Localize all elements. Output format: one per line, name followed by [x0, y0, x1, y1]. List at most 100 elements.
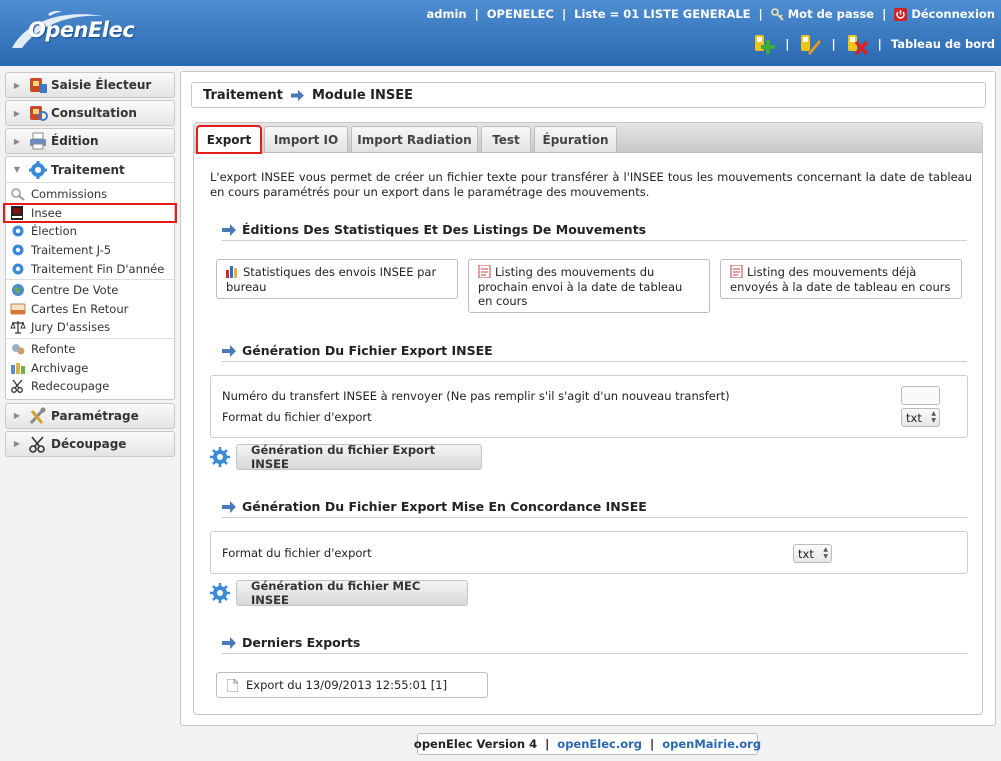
scales-icon: [10, 321, 26, 335]
collectivite-link[interactable]: OPENELEC: [487, 7, 554, 21]
sidebar-item-archivage[interactable]: Archivage: [6, 358, 174, 377]
breadcrumb-current: Module INSEE: [311, 87, 414, 103]
arrow-right-icon: [222, 500, 236, 513]
link-label: Listing des mouvements déjà envoyés à la…: [730, 265, 951, 294]
page-title: Traitement Module INSEE: [191, 82, 986, 108]
arrow-right-icon: [222, 344, 236, 357]
sidebar-item-label: Jury D'assises: [31, 320, 111, 335]
password-link[interactable]: Mot de passe: [788, 7, 874, 21]
breadcrumb-parent: Traitement: [203, 87, 283, 103]
dashboard-link[interactable]: Tableau de bord: [891, 37, 995, 51]
separator: |: [545, 737, 550, 751]
sidebar-item-refonte[interactable]: Refonte: [6, 340, 174, 359]
section-last-exports-title: Derniers Exports: [222, 632, 967, 654]
sidebar-item-label: Cartes En Retour: [31, 301, 129, 316]
app-logo-text[interactable]: OpenElec: [28, 18, 135, 42]
separator: |: [758, 7, 763, 21]
current-user: admin: [426, 7, 467, 21]
add-user-icon[interactable]: [752, 32, 776, 56]
sidebar: ▶ Saisie Électeur ▶ Consultation ▶ Éditi…: [3, 72, 177, 459]
sidebar-item-redecoupage[interactable]: Redecoupage: [6, 377, 174, 396]
export-generate-row: Génération du fichier Export INSEE: [210, 443, 482, 471]
tab-import-io[interactable]: Import IO: [264, 126, 348, 152]
pdf-icon: [478, 265, 491, 278]
globe-icon: [12, 284, 24, 297]
tab-label: Import IO: [273, 132, 339, 147]
last-export-link[interactable]: Export du 13/09/2013 12:55:01 [1]: [216, 672, 488, 698]
menu-parametrage[interactable]: ▶ Paramétrage: [5, 402, 175, 429]
openelec-org-link[interactable]: openElec.org: [557, 737, 642, 751]
export-format-select[interactable]: txt ▲ ▼: [901, 408, 940, 427]
chevron-right-icon: ▶: [13, 108, 21, 118]
sidebar-item-label: Insee: [31, 205, 62, 220]
menu-consultation[interactable]: ▶ Consultation: [5, 100, 175, 126]
card-icon: [10, 303, 26, 315]
elector-icon: [30, 78, 47, 93]
separator: |: [785, 37, 790, 51]
main-content: Traitement Module INSEE Export Import IO…: [180, 71, 996, 726]
mec-format-select[interactable]: txt ▲ ▼: [793, 544, 832, 563]
sidebar-item-traitement-fin-annee[interactable]: Traitement Fin D'année: [6, 259, 174, 278]
menu-traitement[interactable]: ▼ Traitement: [5, 156, 175, 182]
sidebar-item-traitement-j5[interactable]: Traitement J-5: [6, 241, 174, 260]
tab-import-radiation[interactable]: Import Radiation: [351, 126, 478, 152]
menu-label: Traitement: [51, 162, 125, 177]
tab-label: Export: [206, 133, 252, 147]
delete-user-icon[interactable]: [845, 32, 869, 56]
tab-test[interactable]: Test: [481, 126, 531, 152]
tab-label: Test: [492, 132, 520, 147]
openmairie-org-link[interactable]: openMairie.org: [662, 737, 761, 751]
archive-icon: [11, 362, 25, 374]
sidebar-item-commissions[interactable]: Commissions: [6, 185, 174, 204]
section-export-title: Génération Du Fichier Export INSEE: [222, 340, 967, 362]
chevron-right-icon: ▶: [13, 411, 21, 421]
traitement-submenu: Commissions Insee Élection Traitement J-…: [3, 182, 177, 400]
section-editions-title: Éditions Des Statistiques Et Des Listing…: [222, 219, 967, 241]
tab-epuration[interactable]: Épuration: [534, 126, 617, 152]
commission-icon: [11, 188, 25, 202]
liste-link[interactable]: Liste = 01 LISTE GENERALE: [574, 7, 750, 21]
footer: openElec Version 4 | openElec.org | open…: [413, 733, 761, 755]
export-form: Numéro du transfert INSEE à renvoyer (Ne…: [210, 375, 968, 438]
sidebar-item-centre-de-vote[interactable]: Centre De Vote: [6, 281, 174, 300]
arrow-right-icon: [290, 89, 304, 101]
sidebar-item-label: Redecoupage: [31, 379, 110, 394]
logout-link[interactable]: Déconnexion: [911, 7, 995, 21]
arrow-right-icon: [222, 636, 236, 649]
key-icon: [770, 7, 784, 21]
header-bar: OpenElec admin | OPENELEC | Liste = 01 L…: [0, 0, 1001, 66]
section-title-text: Génération Du Fichier Export Mise En Con…: [242, 499, 647, 514]
sidebar-item-cartes-en-retour[interactable]: Cartes En Retour: [6, 300, 174, 319]
gear-icon: [12, 263, 24, 275]
select-value: txt: [906, 410, 922, 425]
menu-label: Consultation: [51, 106, 137, 120]
transfer-number-input[interactable]: [901, 386, 940, 405]
menu-edition[interactable]: ▶ Édition: [5, 128, 175, 154]
select-value: txt: [798, 546, 814, 561]
separator: |: [474, 7, 479, 21]
sidebar-item-insee[interactable]: Insee: [3, 202, 177, 224]
sidebar-item-label: Élection: [31, 224, 77, 239]
menu-label: Paramétrage: [51, 408, 139, 423]
listing-prochain-envoi-link[interactable]: Listing des mouvements du prochain envoi…: [468, 259, 710, 313]
generate-mec-insee-button[interactable]: Génération du fichier MEC INSEE: [236, 579, 468, 607]
chevron-down-icon: ▼: [13, 165, 21, 174]
sidebar-item-jury-assises[interactable]: Jury D'assises: [6, 318, 174, 337]
stepper-arrows-icon: ▲ ▼: [931, 410, 936, 424]
file-icon: [227, 678, 238, 692]
sidebar-item-election[interactable]: Élection: [6, 222, 174, 241]
version-text: openElec Version 4: [413, 737, 538, 751]
menu-label: Saisie Électeur: [51, 78, 152, 92]
menu-decoupage[interactable]: ▶ Découpage: [5, 430, 175, 457]
separator: |: [877, 37, 882, 51]
intro-text: L'export INSEE vous permet de créer un f…: [210, 170, 972, 199]
stats-insee-link[interactable]: Statistiques des envois INSEE par bureau: [216, 259, 458, 299]
menu-label: Édition: [51, 134, 99, 148]
tab-export[interactable]: Export: [196, 125, 262, 154]
listing-deja-envoyes-link[interactable]: Listing des mouvements déjà envoyés à la…: [720, 259, 962, 299]
edit-user-icon[interactable]: [798, 32, 822, 56]
menu-saisie-electeur[interactable]: ▶ Saisie Électeur: [5, 72, 175, 98]
tab-bar: Export Import IO Import Radiation Test É…: [194, 123, 982, 154]
generate-export-insee-button[interactable]: Génération du fichier Export INSEE: [236, 443, 482, 471]
section-title-text: Derniers Exports: [242, 635, 361, 650]
